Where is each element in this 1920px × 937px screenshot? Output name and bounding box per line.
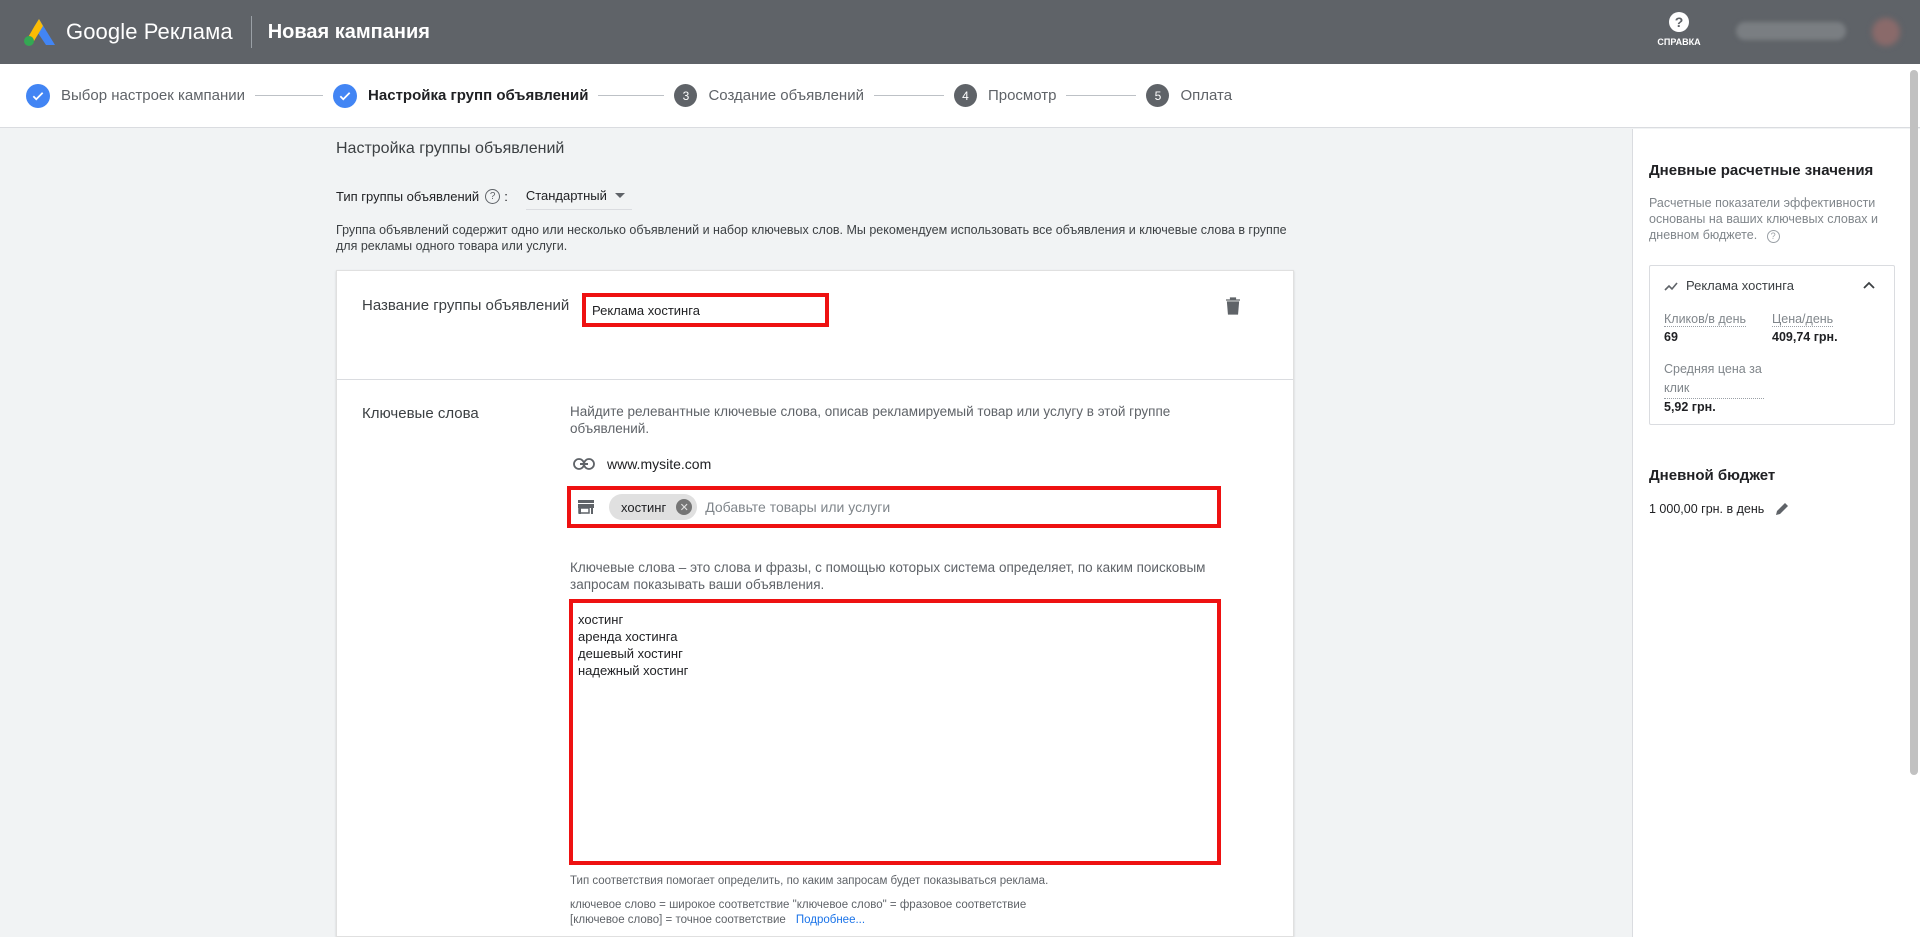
step-create-ads[interactable]: 3 Создание объявлений — [674, 84, 864, 107]
ad-group-name-label: Название группы объявлений — [362, 297, 570, 314]
step-ad-groups[interactable]: Настройка групп объявлений — [333, 83, 589, 108]
trending-icon — [1664, 281, 1678, 291]
avatar[interactable] — [1872, 18, 1900, 46]
estimate-card-header[interactable]: Реклама хостинга — [1664, 278, 1794, 293]
match-type-example-2: [ключевое слово] = точное соответствие По… — [570, 914, 865, 926]
match-type-hint: Тип соответствия помогает определить, по… — [570, 875, 1049, 887]
link-icon — [573, 458, 595, 470]
help-button[interactable]: ? СПРАВКА — [1656, 12, 1702, 47]
keywords-label: Ключевые слова — [362, 405, 479, 422]
help-question-icon[interactable]: ? — [1766, 229, 1780, 243]
colon: : — [504, 188, 508, 204]
step-connector — [1066, 95, 1137, 96]
keywords-hint: Найдите релевантные ключевые слова, опис… — [570, 404, 1171, 436]
step-label: Просмотр — [987, 87, 1057, 104]
avg-cpc-value: 5,92 грн. — [1664, 400, 1716, 414]
product-chip-label: хостинг — [621, 499, 667, 515]
step-connector — [598, 95, 665, 96]
delete-icon[interactable] — [1225, 297, 1241, 320]
clicks-per-day-value: 69 — [1664, 330, 1678, 344]
ad-group-type-label: Тип группы объявлений — [336, 188, 480, 204]
edit-pencil-icon[interactable] — [1774, 501, 1790, 517]
step-connector — [873, 95, 944, 96]
page-scrollbar[interactable] — [1910, 70, 1918, 775]
help-label: СПРАВКА — [1657, 37, 1701, 47]
learn-more-link[interactable]: Подробнее... — [796, 914, 865, 926]
intro-text: Группа объявлений содержит одно или неск… — [336, 223, 1287, 253]
website-url: www.mysite.com — [607, 456, 712, 472]
products-services-field[interactable]: хостинг ✕ — [567, 486, 1221, 528]
daily-budget-row: 1 000,00 грн. в день — [1649, 501, 1790, 517]
step-label: Настройка групп объявлений — [368, 87, 589, 104]
dropdown-arrow-icon — [614, 193, 625, 198]
match-type-example-1: ключевое слово = широкое соответствие "к… — [570, 899, 1027, 911]
step-number: 3 — [674, 84, 698, 107]
check-circle-icon — [333, 83, 358, 108]
ad-group-card: Название группы объявлений Реклама хости… — [336, 270, 1294, 937]
help-question-icon[interactable]: ? — [485, 188, 501, 204]
clicks-per-day-label: Кликов/в день — [1664, 312, 1747, 327]
ad-group-estimate-card: Реклама хостинга Кликов/в день 69 Цена/д… — [1649, 265, 1895, 425]
remove-chip-icon[interactable]: ✕ — [676, 499, 693, 515]
title-divider — [250, 16, 252, 48]
estimates-panel: Дневные расчетные значения Расчетные пок… — [1632, 129, 1920, 937]
step-review[interactable]: 4 Просмотр — [953, 84, 1057, 107]
help-icon: ? — [1669, 12, 1689, 32]
step-label: Создание объявлений — [708, 87, 864, 104]
ad-group-type-value: Стандартный — [525, 188, 607, 203]
cost-per-day-label: Цена/день — [1772, 312, 1834, 327]
page-title: Новая кампания — [267, 20, 430, 43]
daily-budget-value: 1 000,00 грн. в день — [1649, 502, 1765, 516]
estimates-description-text: Расчетные показатели эффективности основ… — [1649, 196, 1878, 242]
account-name-blurred[interactable] — [1736, 22, 1846, 40]
ad-group-type-row: Тип группы объявлений ? : Стандартный — [336, 182, 632, 210]
cost-per-day-value: 409,74 грн. — [1772, 330, 1838, 344]
section-title: Настройка группы объявлений — [336, 140, 565, 157]
step-number: 4 — [953, 84, 977, 107]
website-url-row[interactable]: www.mysite.com — [573, 456, 711, 472]
match-type-example-2-text: [ключевое слово] = точное соответствие — [570, 914, 786, 926]
keywords-textarea[interactable]: хостинг аренда хостинга дешевый хостинг … — [569, 599, 1221, 865]
product-chip[interactable]: хостинг ✕ — [609, 494, 698, 520]
step-number: 5 — [1146, 84, 1170, 107]
step-campaign-settings[interactable]: Выбор настроек кампании — [26, 83, 246, 108]
ad-group-type-select[interactable]: Стандартный — [525, 188, 632, 210]
keywords-description: Ключевые слова – это слова и фразы, с по… — [570, 560, 1206, 592]
step-label: Оплата — [1180, 87, 1233, 104]
avg-cpc-label: Средняя цена за клик — [1664, 360, 1764, 399]
store-icon — [578, 500, 594, 514]
products-input[interactable] — [705, 499, 1086, 515]
estimates-description: Расчетные показатели эффективности основ… — [1649, 195, 1911, 243]
brand-name: Google Реклама — [66, 19, 233, 44]
check-circle-icon — [26, 83, 50, 108]
estimates-title: Дневные расчетные значения — [1649, 162, 1874, 179]
step-connector — [255, 95, 324, 96]
campaign-stepper: Выбор настроек кампании Настройка групп … — [0, 64, 1920, 128]
estimate-card-title: Реклама хостинга — [1686, 278, 1794, 293]
google-ads-logo-icon — [24, 19, 55, 46]
chevron-up-icon[interactable] — [1862, 278, 1876, 292]
card-divider — [337, 379, 1293, 380]
step-payment[interactable]: 5 Оплата — [1146, 84, 1232, 107]
top-app-bar: Google Реклама Новая кампания ? СПРАВКА — [0, 0, 1920, 64]
google-ads-logo[interactable]: Google Реклама — [22, 17, 233, 47]
ad-group-name-input[interactable]: Реклама хостинга — [582, 293, 829, 327]
daily-budget-title: Дневной бюджет — [1649, 467, 1776, 484]
step-label: Выбор настроек кампании — [61, 87, 246, 104]
